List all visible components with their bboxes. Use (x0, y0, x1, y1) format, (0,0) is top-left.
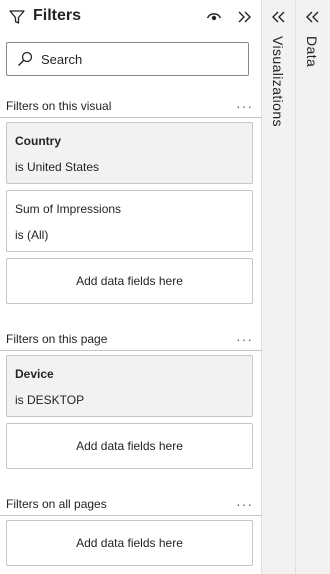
data-label: Data (304, 36, 320, 68)
report-side-panes: Filters Filters on this visual ··· Count… (0, 0, 330, 574)
collapse-filters-icon[interactable] (236, 8, 254, 26)
section-divider (0, 350, 262, 351)
filter-card-sum-of-impressions[interactable]: Sum of Impressions is (All) (6, 190, 253, 252)
visualizations-pane-tab[interactable]: Visualizations (262, 0, 296, 574)
filter-card-name: Country (15, 134, 61, 148)
add-data-fields-page-dropzone[interactable]: Add data fields here (6, 423, 253, 469)
filters-pane: Filters Filters on this visual ··· Count… (0, 0, 262, 574)
section-label-visual: Filters on this visual (6, 99, 112, 113)
more-options-all-pages-icon[interactable]: ··· (236, 497, 253, 511)
section-label-all-pages: Filters on all pages (6, 497, 107, 511)
filters-title: Filters (33, 7, 82, 24)
filter-card-name: Device (15, 367, 54, 381)
filter-card-country[interactable]: Country is United States (6, 122, 253, 184)
add-data-fields-visual-dropzone[interactable]: Add data fields here (6, 258, 253, 304)
expand-data-icon[interactable] (303, 8, 321, 26)
filter-card-condition: is (All) (15, 228, 49, 242)
section-divider (0, 117, 262, 118)
expand-visualizations-icon[interactable] (269, 8, 287, 26)
filter-card-name: Sum of Impressions (15, 202, 122, 216)
filter-card-condition: is United States (15, 160, 100, 174)
search-box[interactable] (6, 42, 249, 76)
visualizations-label: Visualizations (270, 36, 286, 127)
data-pane-tab[interactable]: Data (296, 0, 330, 574)
filter-funnel-icon (9, 10, 25, 24)
more-options-page-icon[interactable]: ··· (236, 332, 253, 346)
filter-card-condition: is DESKTOP (15, 393, 85, 407)
eye-icon[interactable] (206, 9, 222, 23)
filters-header: Filters (0, 0, 262, 34)
section-divider (0, 515, 262, 516)
section-label-page: Filters on this page (6, 332, 108, 346)
more-options-visual-icon[interactable]: ··· (236, 99, 253, 113)
filter-card-device[interactable]: Device is DESKTOP (6, 355, 253, 417)
search-input[interactable] (41, 50, 236, 68)
search-icon (18, 51, 33, 66)
add-data-fields-all-pages-dropzone[interactable]: Add data fields here (6, 520, 253, 566)
